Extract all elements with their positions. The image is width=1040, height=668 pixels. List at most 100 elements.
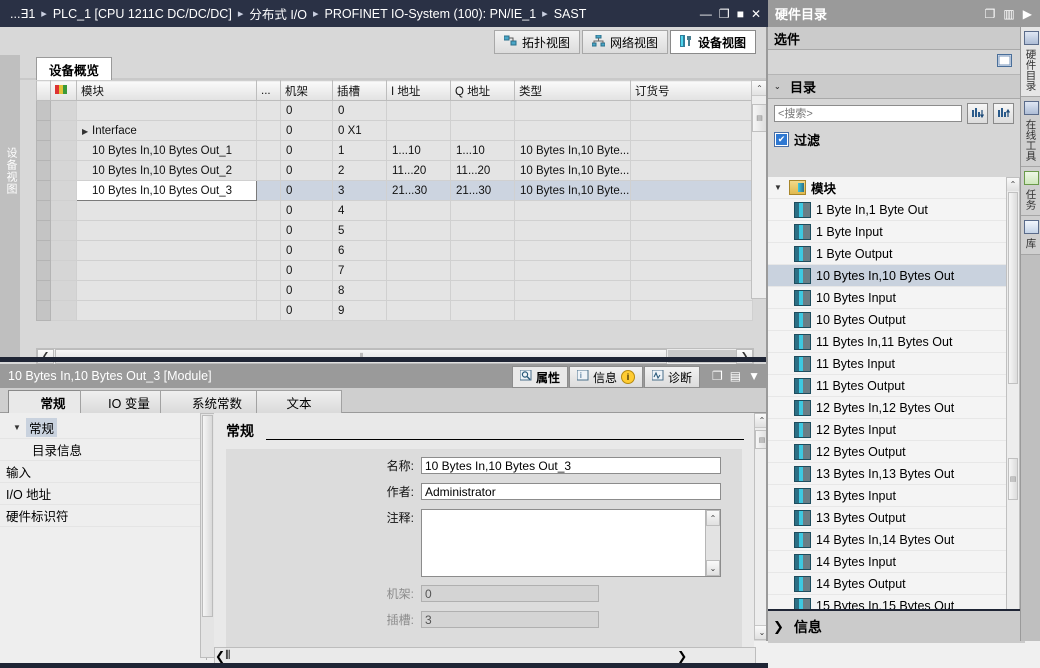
cell-module[interactable] — [76, 280, 257, 301]
cell-q-address[interactable]: 21...30 — [450, 180, 515, 201]
cell-module[interactable]: 10 Bytes In,10 Bytes Out_1 — [76, 140, 257, 161]
cell-order-number[interactable] — [630, 260, 753, 281]
cell-slot[interactable]: 3 — [332, 180, 387, 201]
cell-type[interactable] — [514, 100, 631, 121]
table-row-selected[interactable]: 10 Bytes In,10 Bytes Out_3 0 3 21...30 21...… — [36, 180, 753, 201]
minimize-icon[interactable]: — — [700, 8, 712, 20]
close-icon[interactable]: ✕ — [751, 8, 761, 20]
table-row[interactable]: 10 Bytes In,10 Bytes Out_2 0 2 11...20 11...… — [36, 160, 753, 181]
cell-slot[interactable]: 5 — [332, 220, 387, 241]
cell-type[interactable] — [514, 300, 631, 321]
cell-rack[interactable]: 0 — [280, 220, 333, 241]
cell-slot[interactable]: 9 — [332, 300, 387, 321]
cell-rack[interactable]: 0 — [280, 260, 333, 281]
restore-icon[interactable]: ❐ — [719, 8, 730, 20]
tree-item-module-selected[interactable]: 10 Bytes In,10 Bytes Out — [768, 265, 1006, 287]
tree-folder-modules[interactable]: ▼ 模块 — [768, 177, 1006, 199]
tree-item-module[interactable]: 13 Bytes Output — [768, 507, 1006, 529]
tree-item-module[interactable]: 13 Bytes In,13 Bytes Out — [768, 463, 1006, 485]
cell-order-number[interactable] — [630, 240, 753, 261]
scrollbar-grip[interactable]: ▤ — [1008, 458, 1018, 500]
collapse-icon[interactable]: ▶ — [1023, 7, 1032, 21]
row-grip[interactable] — [36, 180, 51, 201]
col-ellipsis[interactable]: ... — [256, 80, 281, 101]
cell-i-address[interactable] — [386, 200, 451, 221]
tab-topology-view[interactable]: 拓扑视图 — [493, 30, 580, 54]
table-row[interactable]: 09 — [36, 300, 753, 321]
breadcrumb-item-1[interactable]: PLC_1 [CPU 1211C DC/DC/DC] — [49, 7, 236, 21]
comment-scrollbar[interactable]: ⌃ ⌄ — [705, 510, 720, 576]
cell-slot[interactable]: 0 — [332, 100, 387, 121]
cell-module[interactable] — [76, 200, 257, 221]
cell-rack[interactable]: 0 — [280, 240, 333, 261]
right-tab-libraries[interactable]: 库 — [1021, 216, 1040, 255]
tree-item-module[interactable]: 12 Bytes Input — [768, 419, 1006, 441]
cell-i-address[interactable]: 11...20 — [386, 160, 451, 181]
cell-type[interactable] — [514, 200, 631, 221]
row-grip[interactable] — [36, 200, 51, 221]
tree-item-module[interactable]: 12 Bytes Output — [768, 441, 1006, 463]
filter-checkbox[interactable]: ✔ — [774, 132, 789, 147]
row-grip[interactable] — [36, 100, 51, 121]
cell-q-address[interactable] — [450, 280, 515, 301]
cell-i-address[interactable] — [386, 280, 451, 301]
cell-module[interactable] — [76, 240, 257, 261]
directory-section-header[interactable]: ⌄ 目录 — [768, 75, 1020, 99]
cell-slot[interactable]: 8 — [332, 280, 387, 301]
filter-row[interactable]: ✔ 过滤 — [768, 128, 1020, 151]
row-grip[interactable] — [36, 240, 51, 261]
breadcrumb-item-4[interactable]: SAST — [550, 7, 591, 21]
tree-item-module[interactable]: 11 Bytes Input — [768, 353, 1006, 375]
cell-slot[interactable]: 4 — [332, 200, 387, 221]
cell-i-address[interactable] — [386, 120, 451, 141]
scroll-up-icon[interactable]: ⌃ — [752, 81, 767, 96]
cell-q-address[interactable]: 11...20 — [450, 160, 515, 181]
cell-type[interactable] — [514, 120, 631, 141]
row-grip[interactable] — [36, 120, 51, 141]
row-grip[interactable] — [36, 260, 51, 281]
breadcrumb-item-0[interactable]: ...∃1 — [6, 6, 39, 21]
scrollbar-thumb[interactable] — [1008, 192, 1018, 384]
tab-device-overview[interactable]: 设备概览 — [36, 57, 113, 81]
cell-slot[interactable]: 2 — [332, 160, 387, 181]
cell-order-number[interactable] — [630, 280, 753, 301]
list-icon[interactable]: ▤ — [730, 369, 741, 383]
scrollbar-thumb[interactable] — [202, 415, 213, 617]
cell-i-address[interactable]: 21...30 — [386, 180, 451, 201]
expand-arrow-icon[interactable]: ▶ — [82, 127, 92, 136]
cell-i-address[interactable] — [386, 220, 451, 241]
table-row[interactable]: 10 Bytes In,10 Bytes Out_1 0 1 1...10 1...10… — [36, 140, 753, 161]
cell-rack[interactable]: 0 — [280, 200, 333, 221]
row-grip[interactable] — [36, 140, 51, 161]
name-input[interactable] — [421, 457, 721, 474]
tree-item-module[interactable]: 14 Bytes Output — [768, 573, 1006, 595]
tree-item-module[interactable]: 1 Byte Input — [768, 221, 1006, 243]
scrollbar-thumb[interactable]: ⦀ — [225, 648, 677, 663]
cell-i-address[interactable]: 1...10 — [386, 140, 451, 161]
tree-item-module[interactable]: 11 Bytes Output — [768, 375, 1006, 397]
scroll-left-icon[interactable]: ❮ — [215, 649, 225, 663]
tree-item-module[interactable]: 1 Byte In,1 Byte Out — [768, 199, 1006, 221]
author-input[interactable] — [421, 483, 721, 500]
cell-i-address[interactable] — [386, 240, 451, 261]
left-vertical-tab-device-view[interactable]: 设备视图 — [1, 147, 19, 195]
chevron-down-icon[interactable]: ▼ — [748, 369, 760, 383]
breadcrumb-item-2[interactable]: 分布式 I/O — [245, 4, 311, 23]
maximize-icon[interactable]: ■ — [737, 8, 744, 20]
table-row[interactable]: 00 — [36, 100, 753, 121]
cell-type[interactable] — [514, 280, 631, 301]
scroll-right-icon[interactable]: ❯ — [677, 649, 687, 663]
cell-slot[interactable]: 0 X1 — [332, 120, 387, 141]
cell-order-number[interactable] — [630, 180, 753, 201]
row-grip[interactable] — [36, 160, 51, 181]
nav-item-hardware-identifier[interactable]: 硬件标识符 — [0, 505, 206, 527]
cell-rack[interactable]: 0 — [280, 280, 333, 301]
cell-order-number[interactable] — [630, 120, 753, 141]
tree-item-module[interactable]: 1 Byte Output — [768, 243, 1006, 265]
row-grip[interactable] — [36, 300, 51, 321]
float-icon[interactable]: ❐ — [985, 7, 996, 21]
subtab-texts[interactable]: 文本 — [256, 390, 342, 413]
table-row[interactable]: 07 — [36, 260, 753, 281]
properties-horizontal-scrollbar[interactable]: ❮ ⦀ ❯ — [214, 647, 756, 664]
options-section-header[interactable]: 选件 — [768, 27, 1020, 50]
